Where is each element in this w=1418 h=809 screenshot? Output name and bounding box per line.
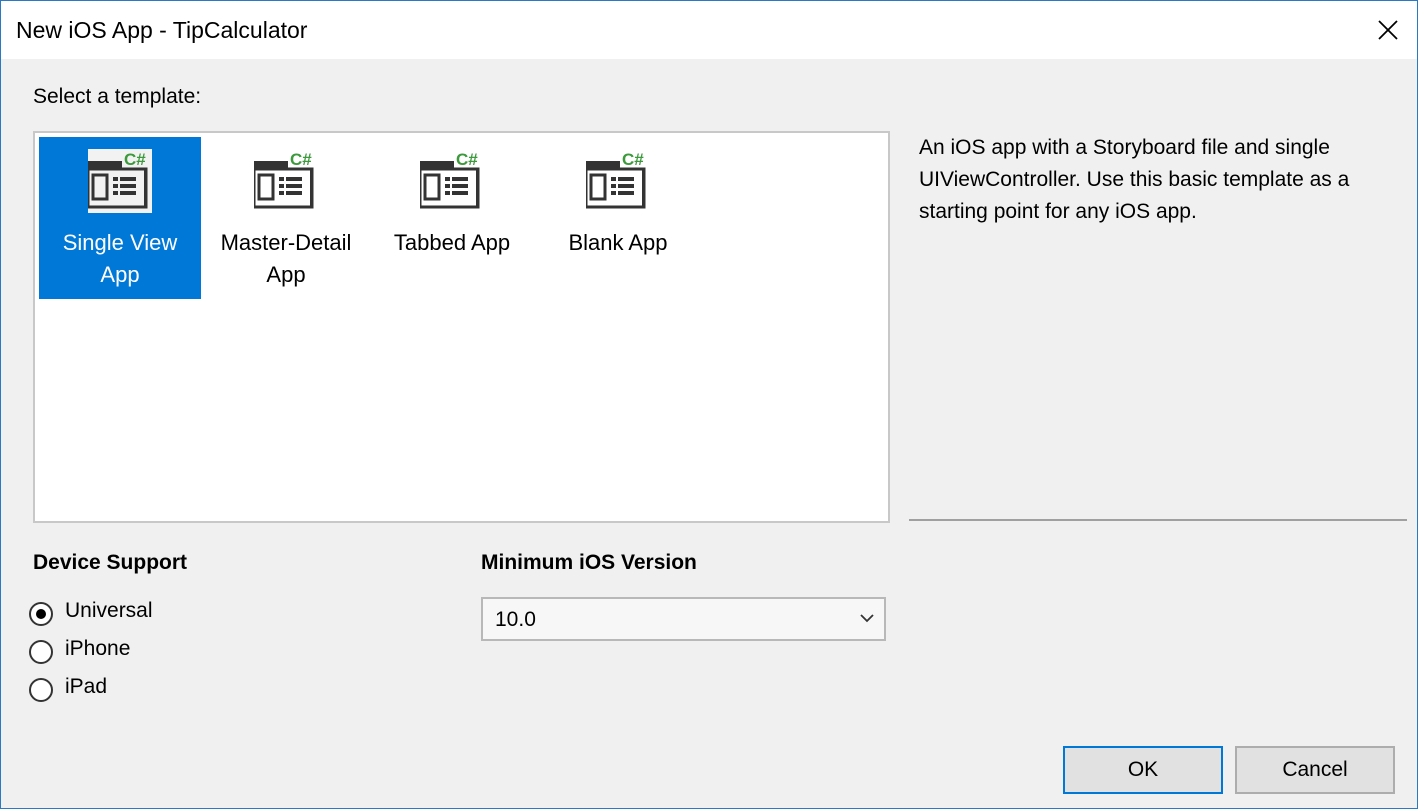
minimum-ios-version-heading: Minimum iOS Version bbox=[481, 551, 697, 574]
template-tile-tabbed-app[interactable]: C# Tabbed App bbox=[371, 137, 533, 299]
close-button[interactable] bbox=[1365, 7, 1411, 53]
window-title: New iOS App - TipCalculator bbox=[16, 17, 308, 43]
csharp-template-icon: C# bbox=[86, 149, 152, 213]
template-label: Tabbed App bbox=[393, 230, 511, 255]
radio-label: iPhone bbox=[65, 637, 131, 660]
csharp-template-icon: C# bbox=[418, 149, 484, 213]
template-tile-master-detail-app[interactable]: C# Master-Detail App bbox=[205, 137, 367, 299]
chevron-down-icon bbox=[860, 614, 874, 623]
select-template-label: Select a template: bbox=[33, 85, 202, 108]
csharp-template-icon: C# bbox=[252, 149, 318, 213]
description-divider bbox=[909, 519, 1407, 521]
title-bar: New iOS App - TipCalculator bbox=[1, 1, 1417, 59]
svg-text:C#: C# bbox=[290, 150, 312, 169]
device-support-heading: Device Support bbox=[33, 551, 188, 574]
radio-circle bbox=[29, 640, 53, 664]
csharp-template-icon: C# bbox=[584, 149, 650, 213]
radio-dot bbox=[36, 609, 46, 619]
radio-circle bbox=[29, 678, 53, 702]
svg-text:C#: C# bbox=[456, 150, 478, 169]
svg-text:C#: C# bbox=[622, 150, 644, 169]
ok-button[interactable]: OK bbox=[1063, 746, 1223, 794]
radio-iphone[interactable]: iPhone bbox=[29, 637, 229, 667]
template-label: Master-Detail App bbox=[220, 230, 352, 287]
radio-label: Universal bbox=[65, 599, 153, 622]
template-list[interactable]: C# Single View App C# Master-Detail App … bbox=[33, 131, 890, 523]
cancel-button[interactable]: Cancel bbox=[1235, 746, 1395, 794]
minimum-ios-version-select[interactable]: 10.0 bbox=[481, 597, 886, 641]
template-label: Single View App bbox=[62, 230, 178, 287]
template-tile-blank-app[interactable]: C# Blank App bbox=[537, 137, 699, 299]
template-label: Blank App bbox=[568, 230, 668, 255]
radio-ipad[interactable]: iPad bbox=[29, 675, 229, 705]
close-icon bbox=[1378, 20, 1398, 40]
radio-universal[interactable]: Universal bbox=[29, 599, 229, 629]
radio-label: iPad bbox=[65, 675, 108, 698]
svg-text:C#: C# bbox=[124, 150, 146, 169]
select-value: 10.0 bbox=[495, 608, 536, 631]
template-description: An iOS app with a Storyboard file and si… bbox=[919, 136, 1350, 223]
new-ios-app-dialog: New iOS App - TipCalculator Select a tem… bbox=[0, 0, 1418, 809]
template-tile-single-view-app[interactable]: C# Single View App bbox=[39, 137, 201, 299]
radio-circle bbox=[29, 602, 53, 626]
